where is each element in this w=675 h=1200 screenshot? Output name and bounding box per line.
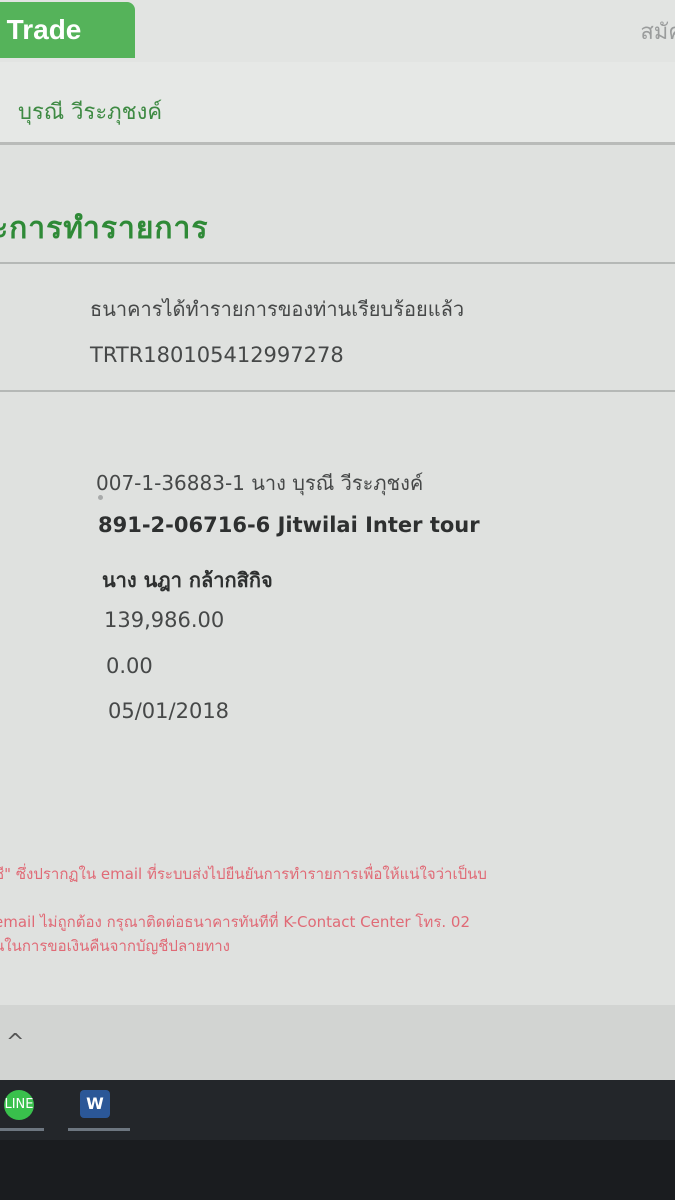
note-line-3: นในการขอเงินคืนจากบัญชีปลายทาง (0, 937, 230, 955)
footer-area (0, 1005, 675, 1080)
recipient-name: นาง นฎา กล้ากสิกิจ (102, 568, 273, 592)
reference-number: TRTR180105412997278 (90, 343, 344, 367)
user-name: บุรณี วีระภุชงค์ (18, 100, 163, 125)
dot (98, 495, 103, 500)
register-link[interactable]: สมัค (640, 14, 675, 49)
trade-tab[interactable]: r Trade (0, 2, 135, 58)
divider (0, 390, 675, 392)
fee-amount: 0.00 (106, 654, 153, 678)
note-line-1: ชี" ซึ่งปรากฏใน email ที่ระบบส่งไปยืนยัน… (0, 865, 487, 883)
user-bar: บุรณี วีระภุชงค์ (0, 62, 675, 145)
chevron-up-icon[interactable]: ^ (6, 1030, 24, 1055)
success-message: ธนาคารได้ทำรายการของท่านเรียบร้อยแล้ว (90, 297, 465, 321)
transfer-amount: 139,986.00 (104, 608, 225, 632)
transaction-date: 05/01/2018 (108, 699, 230, 723)
top-bar: r Trade สมัค (0, 0, 675, 62)
note-line-2: email ไม่ถูกต้อง กรุณาติดต่อธนาคารทันทีท… (0, 913, 470, 931)
divider (0, 262, 675, 264)
task-active-indicator (68, 1128, 130, 1131)
line-app-icon[interactable]: LINE (4, 1090, 34, 1120)
from-account: 007-1-36883-1 นาง บุรณี วีระภุชงค์ (96, 471, 424, 495)
word-app-icon[interactable]: W (80, 1090, 110, 1118)
page-title: ะการทำรายการ (0, 211, 209, 246)
task-active-indicator (0, 1128, 44, 1131)
browser-page: r Trade สมัค บุรณี วีระภุชงค์ ะการทำรายก… (0, 0, 675, 1080)
to-account: 891-2-06716-6 Jitwilai Inter tour (98, 513, 480, 537)
